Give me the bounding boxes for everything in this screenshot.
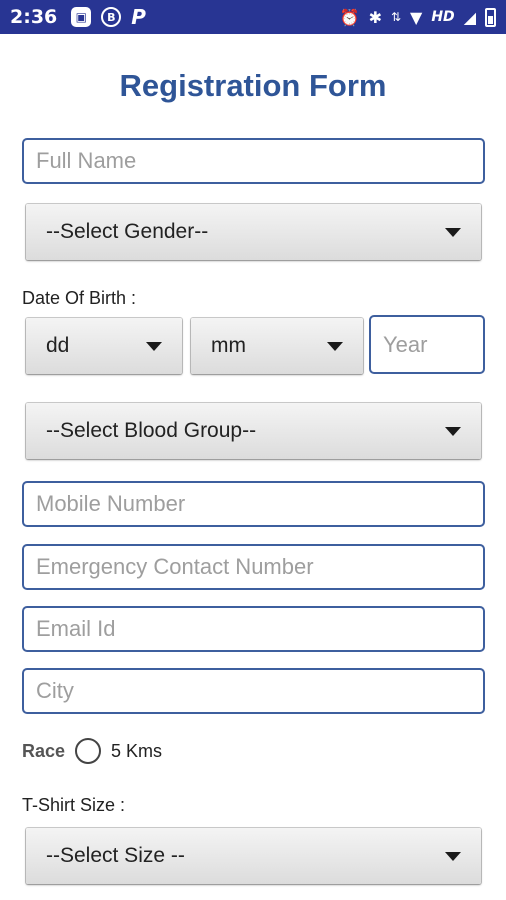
dropdown-arrow-icon	[445, 227, 461, 237]
race-5km-radio[interactable]	[75, 738, 102, 764]
city-input[interactable]	[22, 668, 485, 714]
b-notification-icon: B	[101, 7, 122, 27]
dob-month-value: mm	[211, 334, 246, 357]
dob-day-select[interactable]: dd	[26, 318, 182, 374]
notification-icons: ▣ B P	[71, 5, 146, 29]
gender-select-value: --Select Gender--	[46, 220, 209, 243]
gender-select[interactable]: --Select Gender--	[26, 204, 481, 260]
tshirt-size-select[interactable]: --Select Size --	[26, 828, 481, 884]
tshirt-size-label: T-Shirt Size :	[22, 795, 126, 815]
bluetooth-icon: ✱	[368, 7, 382, 27]
p-notification-icon: P	[131, 5, 146, 29]
race-5km-label[interactable]: 5 Kms	[111, 741, 162, 762]
alarm-icon: ⏰	[339, 7, 360, 27]
blood-group-select-value: --Select Blood Group--	[46, 419, 257, 442]
system-icons: ⏰ ✱ ⇅ ▼ HD ◢	[339, 7, 496, 27]
wifi-icon: ▼	[410, 7, 423, 27]
data-arrows-icon: ⇅	[390, 10, 402, 24]
full-name-input[interactable]	[22, 138, 485, 184]
tshirt-size-select-value: --Select Size --	[46, 844, 185, 867]
dropdown-arrow-icon	[445, 426, 461, 436]
dropdown-arrow-icon	[445, 851, 461, 861]
race-row: Race 5 Kms	[22, 738, 162, 764]
dob-label: Date Of Birth :	[22, 288, 137, 308]
emergency-contact-input[interactable]	[22, 544, 485, 590]
email-input[interactable]	[22, 606, 485, 652]
race-label: Race	[22, 740, 66, 761]
network-type: HD	[431, 9, 455, 25]
dob-day-value: dd	[46, 334, 70, 357]
dropdown-arrow-icon	[327, 341, 343, 351]
page-title: Registration Form	[119, 68, 387, 103]
status-bar: 2:36 ▣ B P ⏰ ✱ ⇅ ▼ HD ◢	[0, 0, 506, 34]
image-notification-icon: ▣	[71, 7, 92, 27]
mobile-number-input[interactable]	[22, 481, 485, 527]
status-time: 2:36	[10, 6, 58, 28]
blood-group-select[interactable]: --Select Blood Group--	[26, 403, 481, 459]
dob-year-input[interactable]	[369, 315, 485, 374]
battery-icon	[485, 7, 496, 27]
dob-month-select[interactable]: mm	[191, 318, 363, 374]
signal-icon: ◢	[463, 7, 476, 27]
dropdown-arrow-icon	[146, 341, 162, 351]
